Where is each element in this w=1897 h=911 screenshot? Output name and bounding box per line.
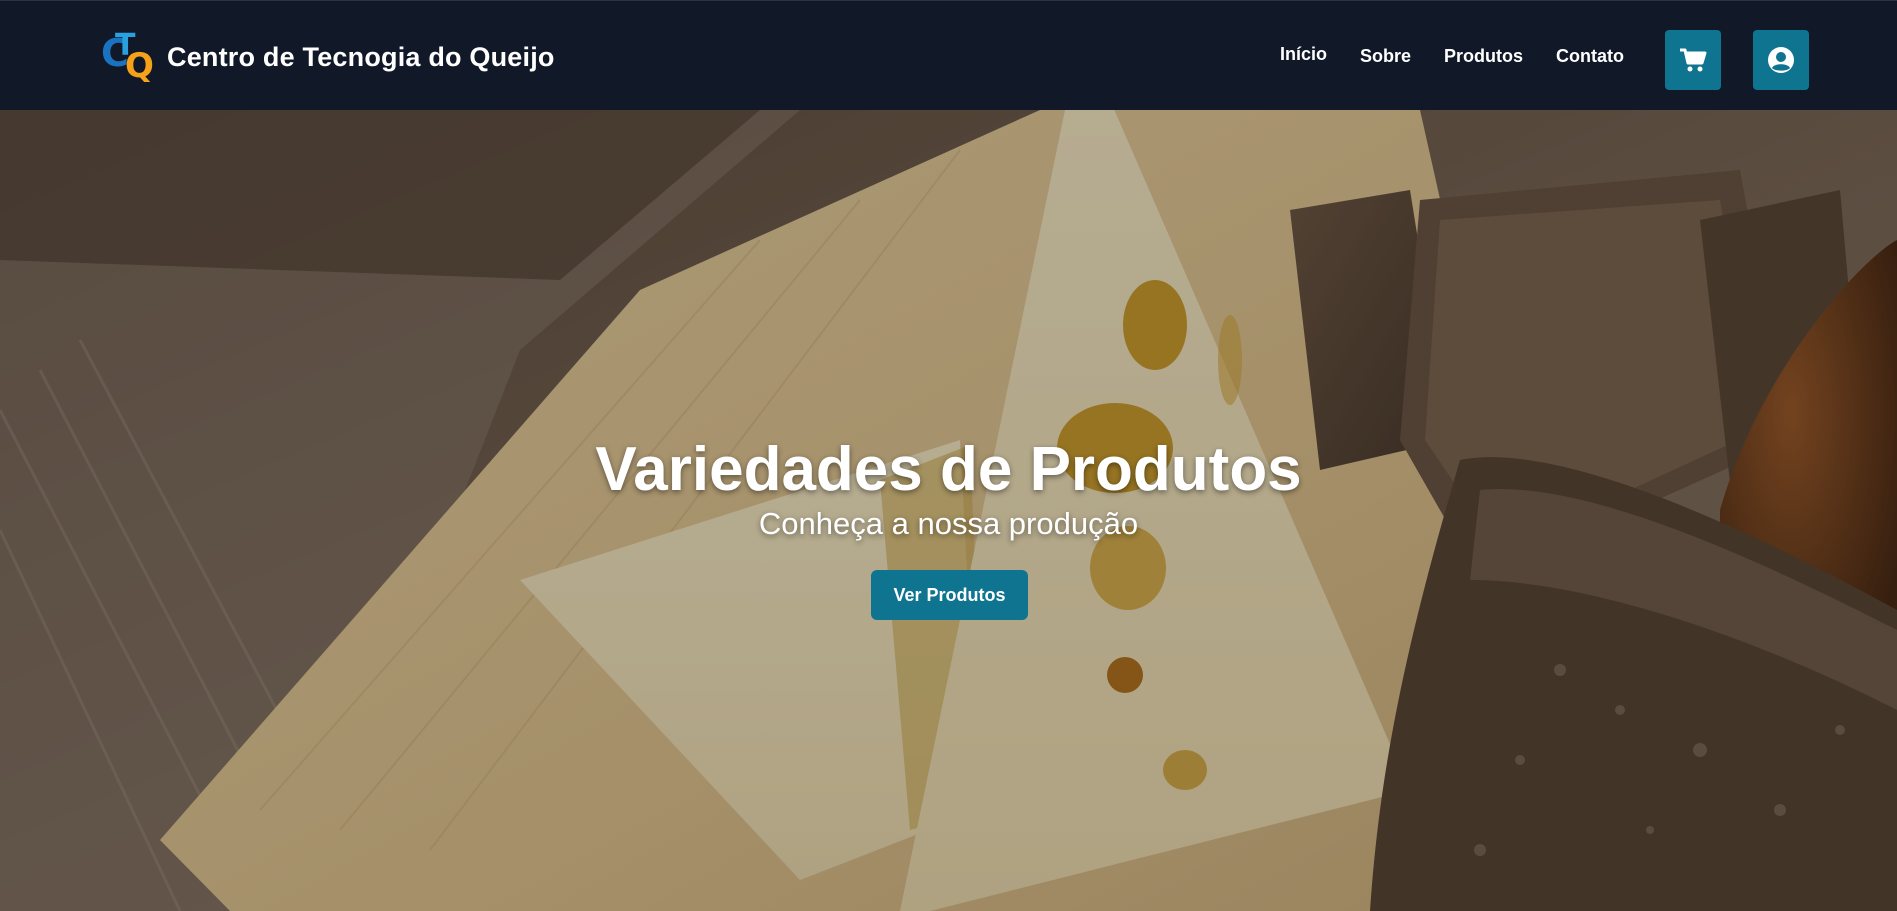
nav-link-produtos[interactable]: Produtos (1444, 44, 1523, 68)
hero-section: Variedades de Produtos Conheça a nossa p… (0, 110, 1897, 911)
hero-subtitle: Conheça a nossa produção (758, 506, 1139, 541)
user-circle-icon (1768, 47, 1794, 73)
navbar: C T Q Centro de Tecnogia do Queijo Iníci… (0, 0, 1897, 110)
hero-title: Variedades de Produtos (595, 435, 1302, 504)
logo-letter-q: Q (125, 46, 154, 86)
nav-link-contato[interactable]: Contato (1556, 44, 1624, 68)
brand-title: Centro de Tecnogia do Queijo (167, 41, 555, 72)
cart-icon (1680, 48, 1707, 72)
nav-link-sobre[interactable]: Sobre (1360, 44, 1411, 68)
user-button[interactable] (1753, 30, 1809, 90)
cart-button[interactable] (1665, 30, 1721, 90)
nav-links: Início Sobre Produtos Contato (1280, 44, 1657, 68)
brand-logo: C T Q (101, 31, 154, 86)
ver-produtos-button[interactable]: Ver Produtos (871, 570, 1028, 620)
brand-link[interactable]: C T Q Centro de Tecnogia do Queijo (101, 31, 555, 86)
nav-link-inicio[interactable]: Início (1280, 42, 1327, 66)
